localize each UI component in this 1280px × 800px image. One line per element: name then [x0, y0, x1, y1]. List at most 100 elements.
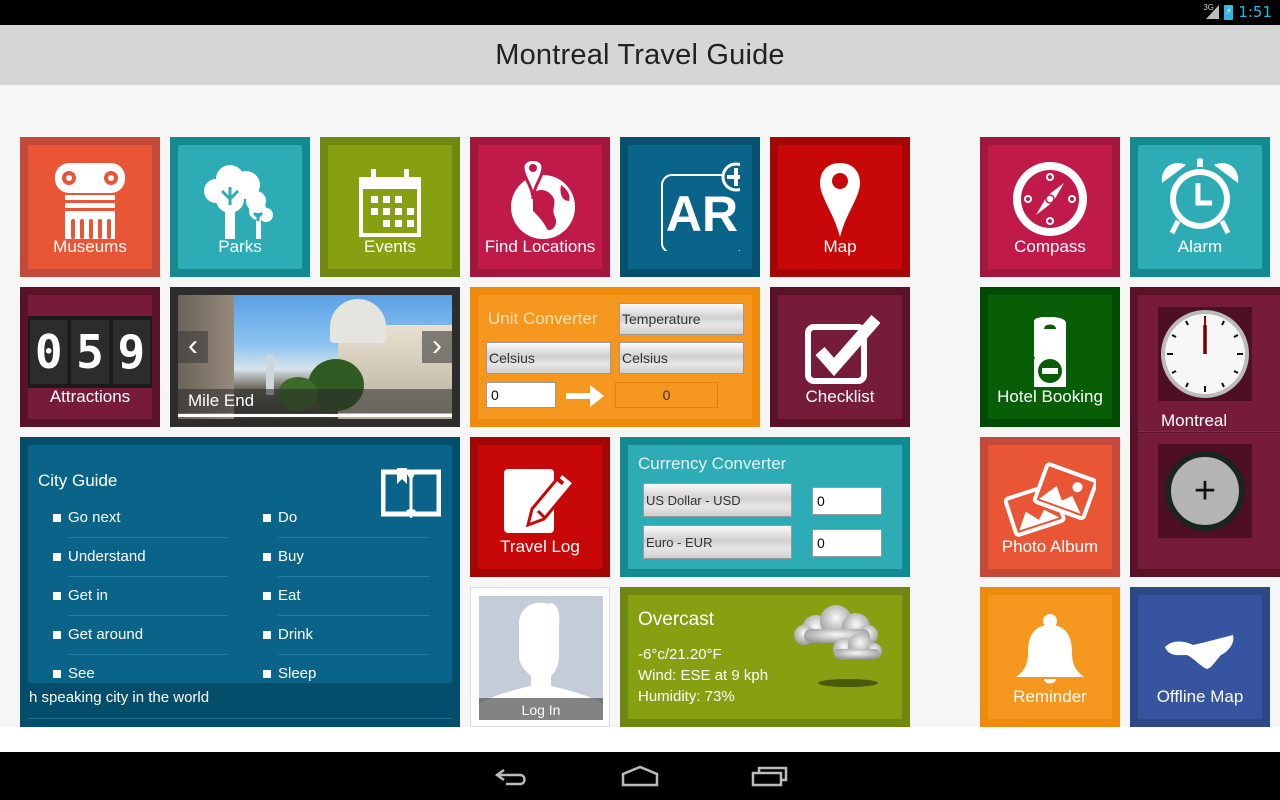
divider — [278, 654, 430, 655]
guide-link-eat[interactable]: Eat — [263, 587, 301, 604]
hotel-booking-label: Hotel Booking — [997, 387, 1103, 406]
divider — [278, 537, 430, 538]
compass-tile[interactable]: Compass — [980, 137, 1120, 277]
add-clock-button[interactable]: + — [1165, 451, 1245, 531]
weather-condition: Overcast — [638, 609, 715, 630]
attractions-tile[interactable]: 0 5 9 Attractions — [20, 287, 160, 427]
currency-converter-tile: Currency Converter US Dollar - USD 0 Eur… — [620, 437, 910, 577]
map-tile[interactable]: Map — [770, 137, 910, 277]
photo-album-tile[interactable]: Photo Album — [980, 437, 1120, 577]
currency-converter-title: Currency Converter — [638, 454, 787, 473]
reminder-tile[interactable]: Reminder — [980, 587, 1120, 727]
attractions-label: Attractions — [49, 387, 131, 406]
bullet-icon — [263, 669, 271, 678]
offline-map-tile[interactable]: Offline Map — [1130, 587, 1270, 727]
guide-link-see[interactable]: See — [53, 665, 95, 682]
map-label: Map — [823, 237, 857, 256]
clock-city-label: Montreal — [1161, 411, 1228, 430]
events-label: Events — [364, 237, 416, 256]
attractions-counter: 0 5 9 — [28, 316, 152, 388]
bullet-icon — [53, 591, 61, 600]
slideshow-photo: Mile End ‹ › — [178, 295, 452, 419]
find-locations-label: Find Locations — [484, 237, 596, 256]
guide-link-sleep[interactable]: Sleep — [263, 665, 316, 682]
guide-link-buy[interactable]: Buy — [263, 548, 304, 565]
guide-link-label: See — [68, 665, 95, 682]
from-currency-select[interactable]: US Dollar - USD — [643, 483, 792, 517]
divider — [68, 576, 228, 577]
divider — [278, 576, 430, 577]
back-button[interactable] — [494, 764, 534, 788]
unit-input[interactable]: 0 — [486, 382, 556, 408]
guide-link-label: Get in — [68, 587, 109, 604]
home-button[interactable] — [620, 764, 660, 788]
slideshow-next-button[interactable]: › — [422, 331, 452, 363]
travel-log-label: Travel Log — [500, 537, 580, 556]
clock-face-bg — [1158, 307, 1252, 401]
travel-log-tile[interactable]: Travel Log — [470, 437, 610, 577]
counter-digit: 5 — [71, 320, 109, 384]
from-currency-input[interactable]: 0 — [812, 487, 882, 515]
city-guide-tile: City Guide Go next Understand Get in Get… — [20, 437, 460, 727]
hotel-booking-tile[interactable]: Hotel Booking — [980, 287, 1120, 427]
find-locations-tile[interactable]: Find Locations — [470, 137, 610, 277]
guide-link-drink[interactable]: Drink — [263, 626, 313, 643]
to-unit-select[interactable]: Celsius — [619, 342, 744, 374]
ar-plus-icon: AR — [661, 162, 740, 251]
guide-link-do[interactable]: Do — [263, 509, 297, 526]
analog-clock-icon — [1161, 310, 1249, 398]
guide-link-label: Buy — [278, 548, 304, 565]
chevron-left-icon: ‹ — [188, 329, 198, 362]
slideshow-prev-button[interactable]: ‹ — [178, 331, 208, 363]
bullet-icon — [263, 552, 271, 561]
guide-link-label: Sleep — [278, 665, 317, 682]
checklist-tile[interactable]: Checklist — [770, 287, 910, 427]
museums-tile[interactable]: Museums — [20, 137, 160, 277]
tree-icon — [204, 165, 273, 239]
bell-icon — [1016, 614, 1084, 684]
door-hanger-icon — [1034, 317, 1066, 387]
unit-category-select[interactable]: Temperature — [619, 303, 744, 335]
guide-link-label: Do — [278, 509, 298, 526]
page-title: Montreal Travel Guide — [495, 38, 785, 71]
bullet-icon — [53, 630, 61, 639]
calendar-icon — [359, 169, 421, 237]
status-bar: 3G ⚡ 1:51 — [0, 0, 1280, 25]
to-currency-select[interactable]: Euro - EUR — [643, 525, 792, 559]
events-tile[interactable]: Events — [320, 137, 460, 277]
login-tile[interactable]: Log In — [470, 587, 610, 727]
weather-tile[interactable]: Overcast -6°c/21.20°F Wind: ESE at 9 kph… — [620, 587, 910, 727]
unit-output: 0 — [615, 382, 718, 408]
weather-humidity: Humidity: 73% — [638, 688, 735, 705]
alarm-tile[interactable]: Alarm — [1130, 137, 1270, 277]
photo-slideshow-tile[interactable]: Mile End ‹ › — [170, 287, 460, 427]
guide-link-label: Understand — [68, 548, 146, 565]
to-currency-input[interactable]: 0 — [812, 529, 882, 557]
recent-apps-button[interactable] — [750, 764, 790, 788]
parks-tile[interactable]: Parks — [170, 137, 310, 277]
island-map-icon — [1165, 635, 1234, 669]
city-guide-title: City Guide — [38, 471, 118, 490]
museums-label: Museums — [53, 237, 127, 256]
guide-link-label: Drink — [278, 626, 314, 643]
ar-tile[interactable]: AR — [620, 137, 760, 277]
bullet-icon — [53, 552, 61, 561]
guide-link-understand[interactable]: Understand — [53, 548, 146, 565]
home-icon — [621, 765, 659, 787]
unit-converter-title: Unit Converter — [488, 309, 598, 328]
add-clock-bg: + — [1158, 444, 1252, 538]
book-icon — [381, 468, 441, 518]
cloud-icon — [794, 605, 882, 687]
guide-link-get-in[interactable]: Get in — [53, 587, 108, 604]
guide-link-label: Get around — [68, 626, 144, 643]
from-unit-select[interactable]: Celsius — [486, 342, 611, 374]
parks-label: Parks — [218, 237, 262, 256]
guide-link-go-next[interactable]: Go next — [53, 509, 121, 526]
globe-pin-icon — [511, 158, 575, 239]
bullet-icon — [263, 513, 271, 522]
divider — [68, 615, 228, 616]
guide-link-get-around[interactable]: Get around — [53, 626, 143, 643]
bullet-icon — [263, 591, 271, 600]
divider — [28, 718, 452, 719]
map-pin-icon — [820, 163, 860, 237]
